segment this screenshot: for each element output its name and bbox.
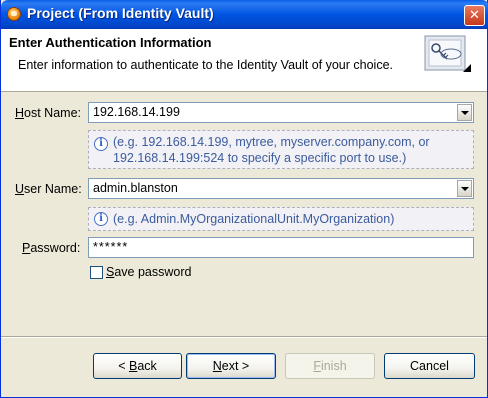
user-name-hint-text: (e.g. Admin.MyOrganizationalUnit.MyOrgan… xyxy=(113,212,395,226)
finish-button[interactable]: Finish xyxy=(285,353,375,379)
host-name-dropdown-arrow-icon[interactable] xyxy=(457,104,472,121)
finish-button-mnemonic: F xyxy=(313,359,321,373)
password-label: Password: xyxy=(22,241,80,255)
user-name-combobox[interactable]: admin.blanston xyxy=(88,178,474,199)
page-description: Enter information to authenticate to the… xyxy=(18,58,393,72)
host-name-hint: i (e.g. 192.168.14.199, mytree, myserver… xyxy=(88,130,474,169)
host-name-combobox[interactable]: 192.168.14.199 xyxy=(88,102,474,123)
password-value: ****** xyxy=(93,240,129,254)
user-name-label-text: ser Name: xyxy=(24,182,82,196)
wizard-dialog: Project (From Identity Vault) ✕ Enter Au… xyxy=(0,0,488,398)
back-button-text: ack xyxy=(137,359,157,373)
footer-separator xyxy=(1,336,487,338)
wizard-header: Enter Authentication Information Enter i… xyxy=(1,29,487,92)
page-title: Enter Authentication Information xyxy=(9,35,212,50)
wizard-banner-icon xyxy=(424,35,471,72)
save-password-label-text: ave password xyxy=(114,265,192,279)
cancel-button[interactable]: Cancel xyxy=(384,353,475,379)
close-button[interactable]: ✕ xyxy=(464,5,485,26)
password-field[interactable]: ****** xyxy=(88,237,474,258)
info-icon: i xyxy=(94,137,108,151)
user-name-label-mnemonic: U xyxy=(15,182,25,196)
title-bar[interactable]: Project (From Identity Vault) ✕ xyxy=(1,0,488,29)
back-button-prefix: < xyxy=(118,359,129,373)
host-name-label-text: ost Name: xyxy=(24,106,81,120)
window-title: Project (From Identity Vault) xyxy=(27,5,214,21)
app-logo-icon xyxy=(7,7,21,21)
host-name-label: Host Name: xyxy=(15,106,81,120)
save-password-label[interactable]: Save password xyxy=(106,265,191,279)
back-button[interactable]: < Back xyxy=(93,353,182,379)
password-label-text: assword: xyxy=(30,241,81,255)
host-name-hint-text: (e.g. 192.168.14.199, mytree, myserver.c… xyxy=(113,135,430,165)
next-button-mnemonic: N xyxy=(212,359,222,373)
user-name-value: admin.blanston xyxy=(93,181,178,195)
finish-button-text: inish xyxy=(320,359,347,373)
save-password-checkbox[interactable] xyxy=(90,266,103,279)
user-name-dropdown-arrow-icon[interactable] xyxy=(457,180,472,197)
next-button[interactable]: Next > xyxy=(186,353,276,379)
user-name-hint: i (e.g. Admin.MyOrganizationalUnit.MyOrg… xyxy=(88,207,474,231)
host-name-value: 192.168.14.199 xyxy=(93,105,180,119)
user-name-label: User Name: xyxy=(15,182,82,196)
next-button-text: ext > xyxy=(221,359,250,373)
host-name-label-mnemonic: H xyxy=(15,106,25,120)
info-icon: i xyxy=(94,212,108,226)
